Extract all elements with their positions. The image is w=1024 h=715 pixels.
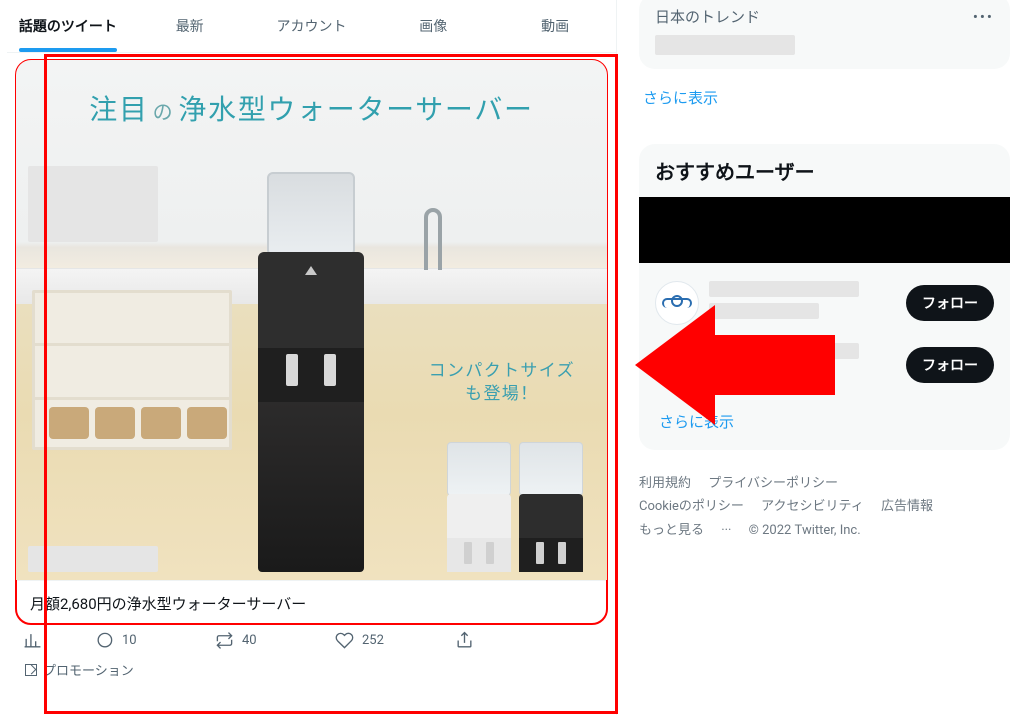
main-column: 話題のツイート 最新 アカウント 画像 動画 注目の浄水型ウォーターサーバー: [0, 0, 617, 715]
suggested-user-row[interactable]: フォロー: [655, 281, 994, 325]
tab-videos-label: 動画: [541, 16, 569, 36]
analytics-action[interactable]: [23, 631, 95, 650]
tab-people[interactable]: アカウント: [251, 0, 373, 52]
redaction-block: [655, 35, 795, 55]
promoted-text: プロモーション: [43, 660, 134, 679]
promoted-icon: [25, 664, 37, 676]
tab-videos[interactable]: 動画: [494, 0, 616, 52]
footer-terms[interactable]: 利用規約: [639, 476, 691, 491]
trends-title: 日本のトレンド: [655, 6, 760, 27]
like-action[interactable]: 252: [335, 631, 455, 650]
promoted-label: プロモーション: [15, 654, 608, 689]
redaction-block: [28, 166, 158, 242]
faucet: [424, 208, 442, 270]
trends-show-more[interactable]: さらに表示: [643, 87, 718, 108]
ad-headline: 注目の浄水型ウォーターサーバー: [16, 88, 607, 128]
share-action[interactable]: [455, 631, 575, 650]
footer-more[interactable]: もっと見る ···: [639, 523, 731, 538]
promoted-tweet-card[interactable]: 注目の浄水型ウォーターサーバー コンパクトサイズ も登場！: [15, 59, 608, 625]
tab-photos[interactable]: 画像: [372, 0, 494, 52]
ad-headline-accent: 注目: [89, 93, 148, 126]
avatar: [655, 281, 699, 325]
footer-privacy[interactable]: プライバシーポリシー: [708, 476, 838, 491]
wall-shelf: [32, 290, 232, 450]
water-server-mini-black: [519, 442, 583, 572]
footer-copyright: © 2022 Twitter, Inc.: [749, 523, 861, 538]
reply-count: 10: [122, 633, 137, 648]
suggested-user-row[interactable]: フォロー: [655, 343, 994, 387]
tweet-actions: 10 40 252: [15, 625, 608, 654]
tab-top-label: 話題のツイート: [19, 16, 117, 36]
sidebar-column: 日本のトレンド ••• さらに表示 おすすめユーザー フォロー: [617, 0, 1024, 715]
ad-headline-main: 浄水型ウォーターサーバー: [178, 93, 533, 126]
redaction-block: [709, 281, 859, 297]
tab-top[interactable]: 話題のツイート: [7, 0, 129, 52]
emblem-icon: [662, 298, 692, 308]
redaction-block: [709, 303, 819, 319]
tab-latest[interactable]: 最新: [129, 0, 251, 52]
ad-card-text: 月額2,680円の浄水型ウォーターサーバー: [16, 580, 607, 624]
water-server-mini-white: [447, 442, 511, 572]
avatar: [655, 343, 699, 387]
who-to-follow-title: おすすめユーザー: [655, 156, 994, 185]
retweet-icon: [215, 631, 234, 650]
tab-photos-label: 画像: [419, 16, 447, 36]
ad-headline-particle: の: [153, 100, 175, 124]
more-icon[interactable]: •••: [973, 8, 994, 26]
footer-cookie[interactable]: Cookieのポリシー: [639, 499, 744, 514]
analytics-icon: [23, 631, 42, 650]
footer-ads[interactable]: 広告情報: [881, 499, 933, 514]
redaction-block: [709, 343, 859, 359]
footer-accessibility[interactable]: アクセシビリティ: [761, 499, 864, 514]
like-count: 252: [362, 633, 384, 648]
follow-button[interactable]: フォロー: [906, 347, 994, 383]
footer-links: 利用規約 プライバシーポリシー Cookieのポリシー アクセシビリティ 広告情…: [639, 472, 1010, 542]
share-icon: [455, 631, 474, 650]
reply-icon: [95, 631, 114, 650]
redaction-block: [709, 365, 819, 381]
ad-compact-callout: コンパクトサイズ も登場！: [429, 360, 575, 406]
ad-creative: 注目の浄水型ウォーターサーバー コンパクトサイズ も登場！: [16, 60, 607, 580]
heart-icon: [335, 631, 354, 650]
who-to-follow-card: おすすめユーザー フォロー フォロー さらに表示: [639, 144, 1010, 450]
reply-action[interactable]: 10: [95, 631, 215, 650]
ad-compact-l2: も登場！: [465, 384, 538, 404]
follow-button[interactable]: フォロー: [906, 285, 994, 321]
trends-card: 日本のトレンド •••: [639, 0, 1010, 69]
water-server-main: [258, 172, 364, 580]
search-tabs: 話題のツイート 最新 アカウント 画像 動画: [7, 0, 616, 53]
tab-latest-label: 最新: [176, 16, 204, 36]
retweet-count: 40: [242, 633, 257, 648]
user-name-block: [709, 343, 896, 387]
tab-people-label: アカウント: [276, 16, 346, 36]
redaction-block: [28, 546, 158, 572]
who-show-more[interactable]: さらに表示: [659, 411, 734, 432]
user-name-block: [709, 281, 896, 325]
retweet-action[interactable]: 40: [215, 631, 335, 650]
redaction-block: [639, 197, 1010, 263]
ad-compact-l1: コンパクトサイズ: [429, 361, 575, 381]
